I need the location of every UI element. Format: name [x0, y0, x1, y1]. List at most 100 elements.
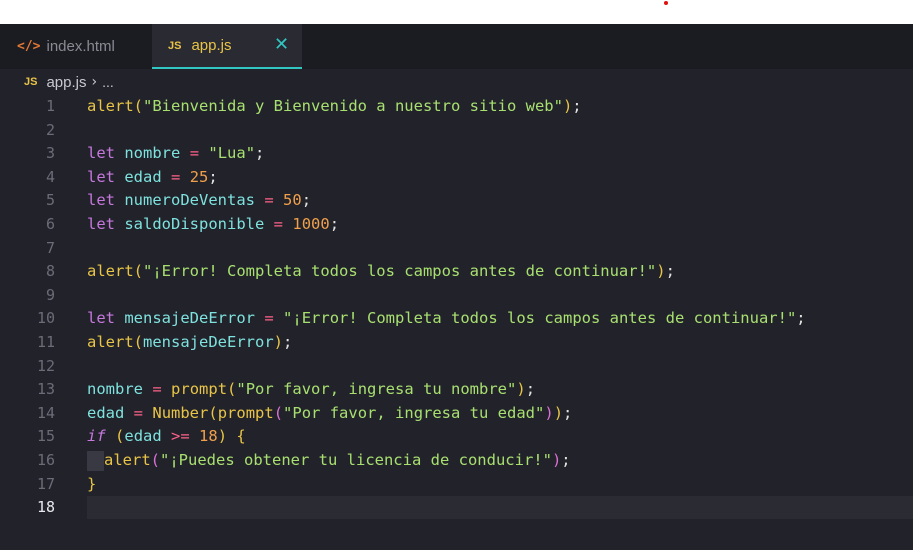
code-editor[interactable]: 1 alert("Bienvenida y Bienvenido a nuestr…	[0, 95, 913, 550]
code-text: let edad = 25;	[87, 166, 218, 189]
code-token: "¡Error! Completa todos los campos antes…	[143, 262, 657, 280]
code-token: edad	[124, 427, 162, 445]
code-token: (	[115, 427, 125, 445]
code-token: ;	[525, 380, 536, 398]
line-number: 15	[36, 427, 55, 445]
tab-label: index.html	[46, 38, 115, 55]
code-token: "Bienvenida y Bienvenido a nuestro sitio…	[143, 97, 563, 115]
code-token: nombre	[87, 380, 143, 398]
code-token: )	[516, 380, 526, 398]
line-number: 14	[36, 404, 55, 422]
tab-app-js[interactable]: JS app.js ✕	[152, 24, 302, 69]
code-token: let	[87, 191, 115, 209]
code-token: (	[273, 404, 284, 422]
code-line[interactable]: 12	[0, 355, 913, 378]
code-token: if	[87, 427, 106, 445]
tab-index-html[interactable]: </> index.html	[0, 24, 152, 69]
code-text: if (edad >= 18) {	[87, 425, 246, 448]
code-line[interactable]: 10 let mensajeDeError = "¡Error! Completa…	[0, 307, 913, 330]
line-number: 12	[36, 357, 55, 375]
line-number: 5	[45, 191, 55, 209]
indent-guide	[87, 450, 104, 471]
line-number: 1	[45, 97, 55, 115]
code-text: }	[87, 473, 96, 496]
html-code-icon: </>	[17, 39, 41, 54]
js-file-icon: JS	[168, 39, 182, 52]
line-number: 16	[36, 451, 55, 469]
code-token: =	[171, 168, 181, 186]
code-token: Number	[152, 404, 209, 422]
code-token: alert	[87, 333, 134, 351]
code-token: saldoDisponible	[124, 215, 265, 233]
code-token: ;	[563, 404, 573, 422]
code-line[interactable]: 2	[0, 119, 913, 142]
code-line[interactable]: 17}	[0, 473, 913, 496]
code-token: (	[133, 333, 144, 351]
code-text: alert("¡Error! Completa todos los campos…	[87, 260, 675, 283]
code-text: let nombre = "Lua";	[87, 142, 264, 165]
code-token: ;	[301, 191, 312, 209]
code-token: )	[656, 262, 666, 280]
code-token: "¡Error! Completa todos los campos antes…	[283, 309, 797, 327]
code-token: ;	[329, 215, 340, 233]
code-token: =	[133, 404, 144, 422]
tab-label: app.js	[191, 37, 232, 54]
code-token: 18	[199, 427, 218, 445]
code-token: prompt	[217, 404, 274, 422]
code-line[interactable]: 4 let edad = 25;	[0, 166, 913, 189]
code-token: ;	[796, 309, 806, 327]
code-line[interactable]: 13 nombre = prompt("Por favor, ingresa tu…	[0, 378, 913, 401]
code-line[interactable]: 11 alert(mensajeDeError);	[0, 331, 913, 354]
code-token: ;	[255, 144, 265, 162]
line-number: 10	[36, 309, 55, 327]
code-token: alert	[87, 97, 134, 115]
code-token: edad	[124, 168, 162, 186]
code-line[interactable]: 18	[0, 496, 913, 519]
code-token: =	[273, 215, 284, 233]
code-token: "Lua"	[208, 144, 256, 162]
close-icon[interactable]: ✕	[274, 35, 289, 55]
code-token: =	[264, 309, 274, 327]
line-number: 8	[45, 262, 55, 280]
code-line[interactable]: 6 let saldoDisponible = 1000;	[0, 213, 913, 236]
code-token: let	[87, 144, 115, 162]
line-number: 7	[45, 239, 55, 257]
code-line[interactable]: 15 if (edad >= 18) {	[0, 425, 913, 448]
breadcrumb-symbols[interactable]: ...	[102, 74, 114, 90]
code-line[interactable]: 3 let nombre = "Lua";	[0, 142, 913, 165]
code-text: let numeroDeVentas = 50;	[87, 189, 311, 212]
code-text: let mensajeDeError = "¡Error! Completa t…	[87, 307, 806, 330]
code-line[interactable]: 1 alert("Bienvenida y Bienvenido a nuestr…	[0, 95, 913, 118]
line-number: 4	[45, 168, 55, 186]
line-number: 11	[36, 333, 55, 351]
code-text: alert("Bienvenida y Bienvenido a nuestro…	[87, 95, 582, 118]
code-token: )	[562, 97, 573, 115]
code-line[interactable]: 14 edad = Number(prompt("Por favor, ingre…	[0, 402, 913, 425]
line-number: 18	[36, 498, 55, 516]
line-number: 6	[45, 215, 55, 233]
code-text: let saldoDisponible = 1000;	[87, 213, 339, 236]
breadcrumb-file[interactable]: app.js	[46, 74, 86, 91]
code-token: (	[133, 97, 144, 115]
code-token: ;	[561, 451, 571, 469]
code-token: ;	[208, 168, 218, 186]
code-line[interactable]: 7	[0, 237, 913, 260]
tab-bar: </> index.html JS app.js ✕	[0, 24, 913, 69]
code-token: "¡Puedes obtener tu licencia de conducir…	[160, 451, 552, 469]
code-line[interactable]: 8 alert("¡Error! Completa todos los campo…	[0, 260, 913, 283]
code-line[interactable]: 5 let numeroDeVentas = 50;	[0, 189, 913, 212]
code-token: prompt	[171, 380, 228, 398]
code-line[interactable]: 9	[0, 284, 913, 307]
code-token: numeroDeVentas	[124, 191, 255, 209]
code-line[interactable]: 16 alert("¡Puedes obtener tu licencia de …	[0, 449, 913, 472]
